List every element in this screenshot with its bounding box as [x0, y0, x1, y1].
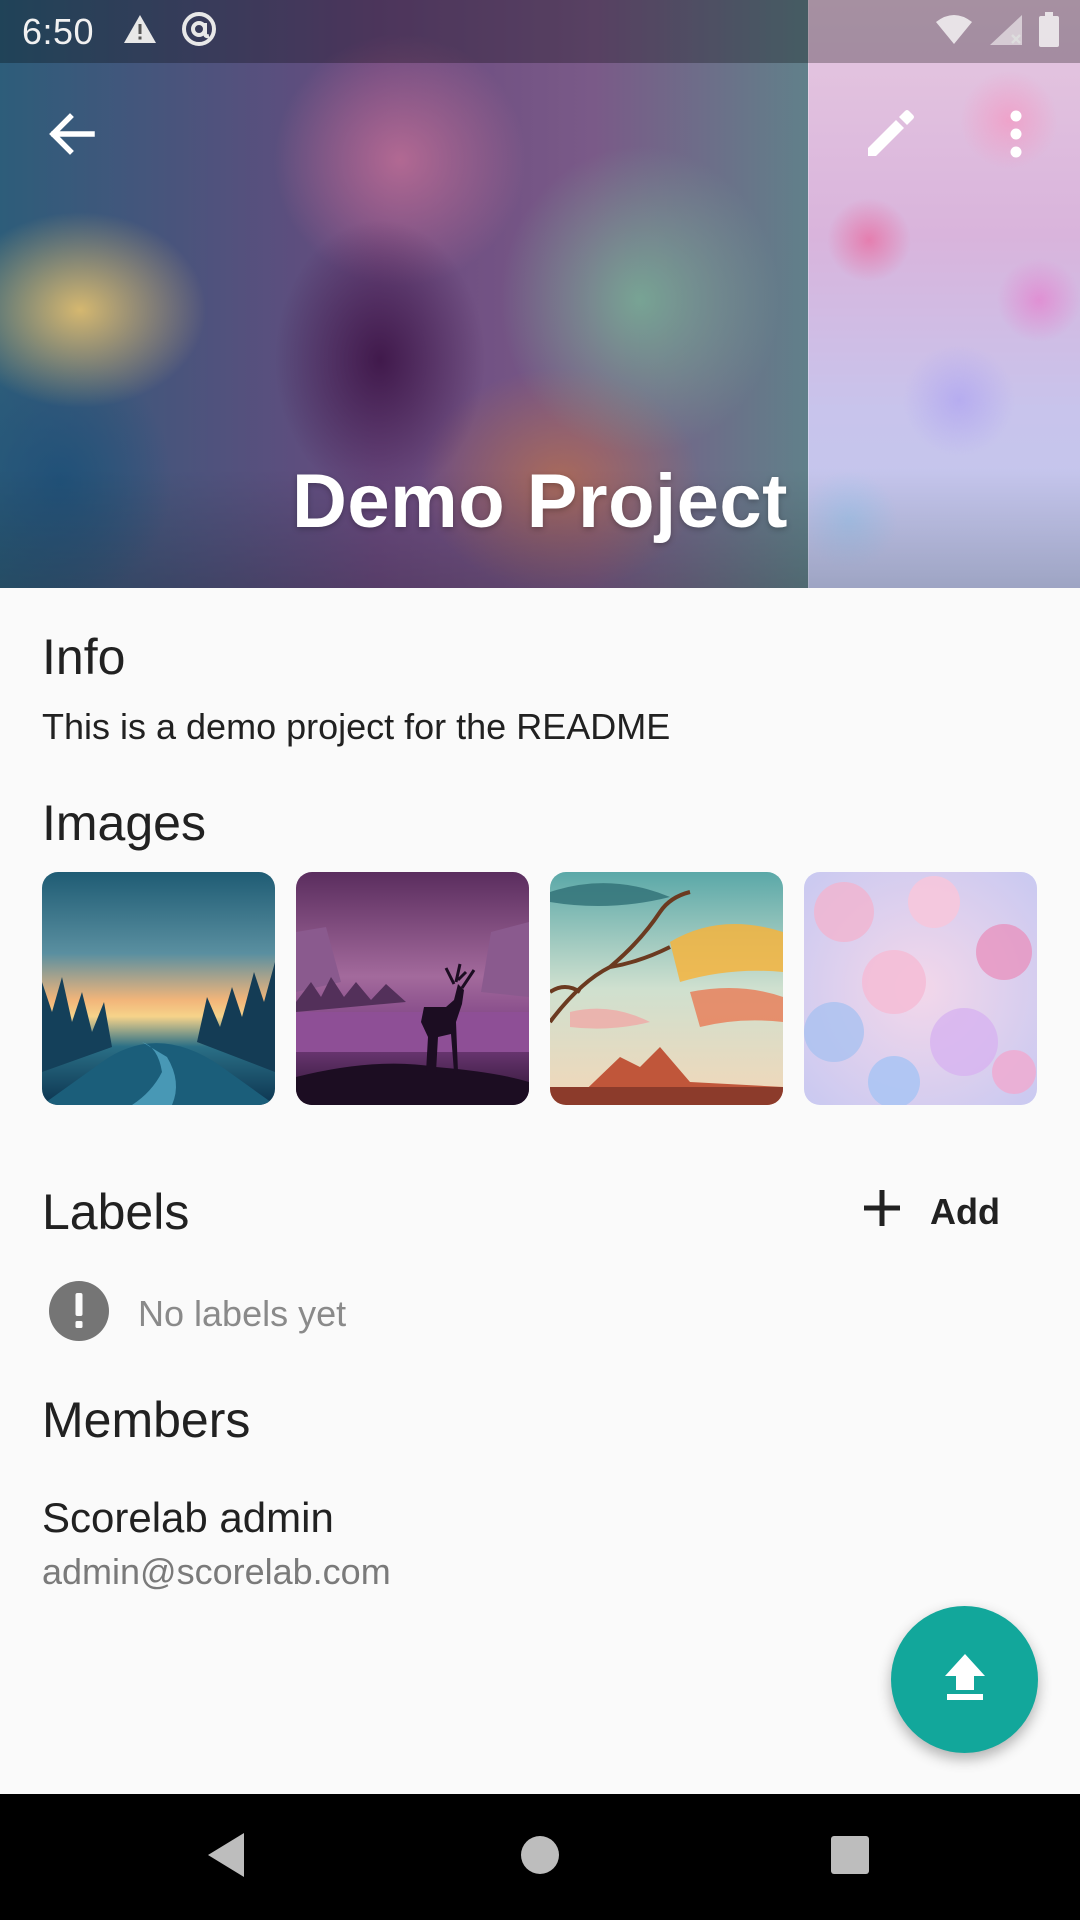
more-options-button[interactable] — [968, 88, 1064, 184]
system-navigation-bar — [0, 1794, 1080, 1920]
edit-button[interactable] — [842, 88, 938, 184]
member-name[interactable]: Scorelab admin — [42, 1494, 334, 1542]
nav-back-button[interactable] — [166, 1794, 286, 1920]
pencil-icon — [864, 108, 916, 165]
nav-recents-button[interactable] — [790, 1794, 910, 1920]
upload-fab[interactable] — [891, 1606, 1038, 1753]
images-heading: Images — [42, 795, 206, 851]
no-labels-text: No labels yet — [138, 1292, 347, 1334]
members-heading: Members — [42, 1392, 251, 1448]
status-time: 6:50 — [22, 10, 95, 52]
upload-icon — [943, 1652, 987, 1707]
nav-recents-icon — [829, 1834, 871, 1881]
back-button[interactable] — [24, 88, 120, 184]
more-vert-icon — [1009, 110, 1023, 163]
at-sign-icon — [180, 10, 218, 53]
arrow-back-icon — [48, 112, 96, 161]
add-label-text: Add — [930, 1191, 1000, 1232]
status-bar: 6:50 — [0, 0, 1080, 63]
project-header: 6:50 Demo Project — [0, 0, 1080, 588]
labels-heading: Labels — [42, 1184, 190, 1240]
nav-home-button[interactable] — [480, 1794, 600, 1920]
image-gallery — [42, 872, 1037, 1105]
error-circle-icon — [48, 1280, 110, 1347]
signal-icon — [988, 13, 1024, 52]
battery-icon — [1038, 12, 1060, 53]
project-description: This is a demo project for the README — [42, 706, 671, 747]
nav-back-icon — [204, 1831, 248, 1884]
deer-silhouette-image[interactable] — [296, 872, 529, 1105]
cherry-blossom-image[interactable] — [804, 872, 1037, 1105]
warning-icon — [122, 13, 158, 50]
add-label-button[interactable]: Add — [838, 1170, 1024, 1254]
forest-sunset-image[interactable] — [42, 872, 275, 1105]
tree-sky-image[interactable] — [550, 872, 783, 1105]
member-email: admin@scorelab.com — [42, 1551, 391, 1592]
plus-icon — [862, 1188, 902, 1237]
wifi-icon — [934, 14, 974, 51]
labels-empty-state: No labels yet — [48, 1280, 346, 1347]
info-heading: Info — [42, 629, 126, 685]
project-title: Demo Project — [292, 459, 788, 544]
nav-home-icon — [519, 1834, 561, 1881]
